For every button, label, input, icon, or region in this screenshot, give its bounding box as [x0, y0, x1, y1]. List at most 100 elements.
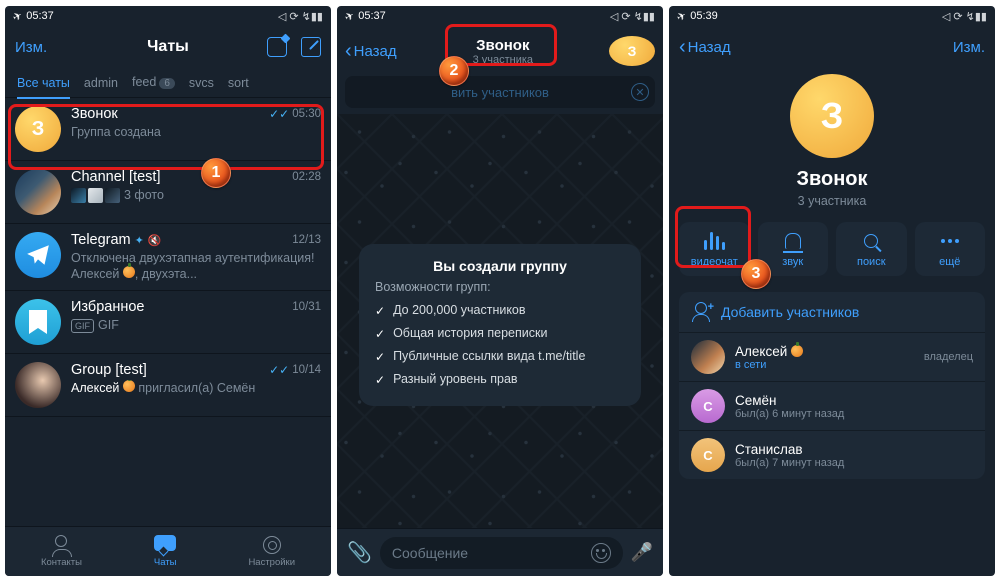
chat-item-channel[interactable]: Channel [test] 02:28 3 фото: [5, 161, 331, 224]
verified-icon: ✦: [135, 234, 144, 247]
chat-item-saved[interactable]: Избранное 10/31 GIFGIF: [5, 291, 331, 354]
step-marker-3: 3: [741, 259, 771, 289]
tab-label: Чаты: [154, 557, 177, 568]
member-avatar: С: [691, 389, 725, 423]
tab-label: Контакты: [41, 557, 82, 568]
orange-emoji-icon: [791, 345, 803, 357]
members-panel: + Добавить участников Алексей в сети вла…: [679, 292, 985, 479]
compose-icon[interactable]: [301, 37, 321, 57]
filter-feed-badge: 6: [159, 78, 175, 89]
status-time: 05:39: [690, 10, 718, 22]
action-more[interactable]: ещё: [915, 222, 986, 276]
new-group-icon[interactable]: [267, 37, 287, 57]
filter-svcs[interactable]: svcs: [189, 76, 214, 90]
edit-button[interactable]: Изм.: [15, 39, 47, 56]
member-avatar: С: [691, 438, 725, 472]
member-status: в сети: [735, 359, 914, 371]
member-row[interactable]: С Станислав был(а) 7 минут назад: [679, 431, 985, 479]
action-videochat[interactable]: видеочат: [679, 222, 750, 276]
member-status: был(а) 6 минут назад: [735, 408, 973, 420]
chat-subtitle: 3 участника: [403, 54, 603, 66]
airplane-icon: ✈: [342, 8, 356, 24]
filter-all[interactable]: Все чаты: [17, 76, 70, 99]
back-button[interactable]: ‹Назад: [679, 39, 731, 56]
filter-sort[interactable]: sort: [228, 76, 249, 90]
action-search[interactable]: поиск: [836, 222, 907, 276]
chat-subtitle: Алексей пригласил(а) Семён: [71, 380, 321, 396]
status-time: 05:37: [26, 10, 54, 22]
chat-time: 10/31: [292, 301, 321, 313]
avatar: [15, 299, 61, 345]
chat-item-telegram[interactable]: Telegram ✦ 🔇 12/13 Отключена двухэтапная…: [5, 224, 331, 291]
filter-feed[interactable]: feed6: [132, 75, 175, 91]
filter-tabs: Все чаты admin feed6 svcs sort: [5, 68, 331, 98]
telegram-plane-icon: [25, 242, 51, 268]
back-button[interactable]: ‹Назад: [345, 43, 397, 60]
edit-button[interactable]: Изм.: [953, 39, 985, 56]
add-members-bar[interactable]: вить участников ✕: [345, 76, 655, 108]
action-row: видеочат звук поиск ещё: [669, 208, 995, 286]
phone-group-profile: ✈05:39 ◁ ⟳ ↯▮▮ ‹Назад Изм. З Звонок 3 уч…: [669, 6, 995, 576]
chat-time: ✓✓10/14: [269, 363, 321, 377]
avatar: З: [15, 106, 61, 152]
member-role: владелец: [924, 351, 973, 363]
gear-icon: [263, 536, 281, 554]
action-label: видеочат: [691, 256, 738, 268]
chat-time: 02:28: [292, 171, 321, 183]
more-icon: [941, 239, 959, 243]
tab-chats[interactable]: Чаты: [154, 535, 177, 568]
chat-title: Telegram ✦ 🔇: [71, 232, 162, 248]
add-members-label: вить участников: [451, 85, 549, 100]
search-icon: [864, 234, 878, 248]
chat-list: З Звонок ✓✓05:30 Группа создана Channel …: [5, 98, 331, 417]
bell-icon: [785, 233, 801, 249]
avatar: [15, 362, 61, 408]
chat-title: Звонок: [403, 37, 603, 54]
mic-icon[interactable]: 🎤: [631, 542, 653, 563]
gif-badge-icon: GIF: [71, 319, 94, 333]
bubble-title: Вы создали группу: [375, 258, 625, 274]
profile-subtitle: 3 участника: [669, 194, 995, 208]
chat-avatar-small[interactable]: З: [609, 36, 655, 66]
add-members-button[interactable]: + Добавить участников: [679, 292, 985, 333]
chat-time: ✓✓05:30: [269, 107, 321, 121]
chat-time: 12/13: [292, 234, 321, 246]
member-row[interactable]: С Семён был(а) 6 минут назад: [679, 382, 985, 431]
add-members-label: Добавить участников: [721, 304, 859, 320]
tab-contacts[interactable]: Контакты: [41, 535, 82, 568]
filter-admin[interactable]: admin: [84, 76, 118, 90]
profile-avatar[interactable]: З: [790, 74, 874, 158]
chat-subtitle: Группа создана: [71, 124, 321, 140]
action-label: ещё: [939, 256, 960, 268]
chats-navbar: Изм. Чаты: [5, 26, 331, 68]
photo-thumbs-icon: [71, 188, 120, 203]
member-status: был(а) 7 минут назад: [735, 457, 973, 469]
member-row[interactable]: Алексей в сети владелец: [679, 333, 985, 382]
bubble-item: Общая история переписки: [375, 325, 625, 342]
close-icon[interactable]: ✕: [631, 83, 649, 101]
message-input[interactable]: Сообщение: [380, 537, 623, 569]
chat-item-group[interactable]: Group [test] ✓✓10/14 Алексей пригласил(а…: [5, 354, 331, 417]
phone-chat-screen: ✈05:37 ◁ ⟳ ↯▮▮ ‹Назад Звонок 3 участника…: [337, 6, 663, 576]
voice-wave-icon: [704, 232, 725, 250]
service-message-bubble: Вы создали группу Возможности групп: До …: [359, 244, 641, 406]
add-user-icon: +: [691, 302, 711, 322]
status-icons: ◁ ⟳ ↯▮▮: [610, 10, 655, 23]
avatar: [15, 232, 61, 278]
chat-item-zvonok[interactable]: З Звонок ✓✓05:30 Группа создана: [5, 98, 331, 161]
member-name: Станислав: [735, 442, 973, 457]
chat-title: Group [test]: [71, 362, 147, 378]
chat-title: Звонок: [71, 106, 118, 122]
member-avatar: [691, 340, 725, 374]
chat-background: Вы создали группу Возможности групп: До …: [337, 114, 663, 528]
bubble-item: Разный уровень прав: [375, 371, 625, 388]
orange-emoji-icon: [123, 380, 135, 392]
emoji-icon[interactable]: [591, 543, 611, 563]
chevron-left-icon: ‹: [345, 44, 352, 58]
chat-header[interactable]: Звонок 3 участника: [403, 37, 603, 66]
tab-settings[interactable]: Настройки: [248, 535, 295, 568]
mute-icon: 🔇: [148, 234, 162, 247]
bookmark-icon: [29, 310, 47, 334]
attach-icon[interactable]: 📎: [347, 540, 372, 565]
status-bar: ✈05:37 ◁ ⟳ ↯▮▮: [5, 6, 331, 26]
